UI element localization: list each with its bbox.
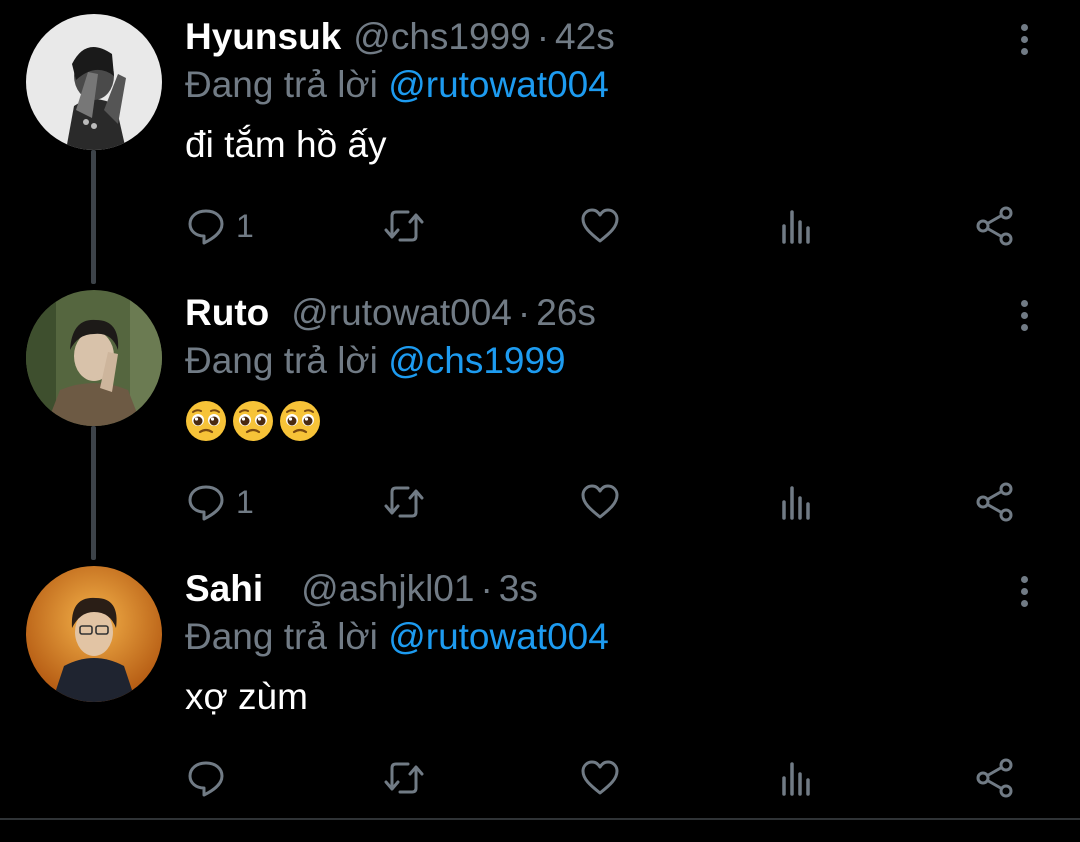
action-bar <box>0 754 1080 802</box>
reply-icon <box>188 485 224 521</box>
retweet-button[interactable] <box>382 478 426 526</box>
tweet-text: xợ zùm <box>185 676 308 717</box>
share-icon <box>976 758 1013 798</box>
mention-link[interactable]: @rutowat004 <box>388 616 609 657</box>
action-bar: 1 <box>0 478 1080 526</box>
replying-to-label: Đang trả lời <box>185 616 378 657</box>
pleading-face-emoji <box>280 401 320 442</box>
analytics-button[interactable] <box>780 754 816 802</box>
user-handle[interactable]: @rutowat004 <box>291 292 512 333</box>
timestamp[interactable]: 26s <box>536 292 596 333</box>
tweet-text <box>185 396 326 442</box>
replying-to: Đang trả lời @rutowat004 <box>185 62 609 108</box>
action-bar: 1 <box>0 202 1080 250</box>
divider <box>0 818 1080 820</box>
like-icon <box>581 208 619 243</box>
replying-to-label: Đang trả lời <box>185 64 378 105</box>
like-button[interactable] <box>580 478 620 526</box>
pleading-face-emoji <box>233 401 273 442</box>
user-handle[interactable]: @chs1999 <box>353 16 530 57</box>
reply-icon <box>188 209 224 245</box>
retweet-icon <box>384 210 424 242</box>
retweet-button[interactable] <box>382 754 426 802</box>
tweet-header: Ruto @rutowat004 · 26s <box>185 290 596 336</box>
analytics-icon <box>782 210 810 244</box>
analytics-icon <box>782 762 810 796</box>
like-icon <box>581 484 619 519</box>
more-icon[interactable] <box>1012 24 1036 60</box>
share-button[interactable] <box>974 202 1016 250</box>
retweet-button[interactable] <box>382 202 426 250</box>
replying-to: Đang trả lời @rutowat004 <box>185 614 609 660</box>
analytics-button[interactable] <box>780 478 816 526</box>
user-handle[interactable]: @ashjkl01 <box>301 568 474 609</box>
more-icon[interactable] <box>1012 300 1036 336</box>
display-name[interactable]: Hyunsuk <box>185 16 341 57</box>
separator-dot: · <box>480 568 493 609</box>
like-button[interactable] <box>580 754 620 802</box>
retweet-icon <box>384 486 424 518</box>
separator-dot: · <box>517 292 531 333</box>
share-icon <box>976 482 1013 522</box>
reply-icon <box>188 761 224 797</box>
tweet-header: Sahi @ashjkl01 · 3s <box>185 566 538 612</box>
analytics-button[interactable] <box>780 202 816 250</box>
tweet[interactable]: Hyunsuk @chs1999 · 42s Đang trả lời @rutowa… <box>0 14 1080 290</box>
share-button[interactable] <box>974 478 1016 526</box>
like-button[interactable] <box>580 202 620 250</box>
display-name[interactable]: Ruto <box>185 292 269 333</box>
retweet-icon <box>384 762 424 794</box>
more-icon[interactable] <box>1012 576 1036 612</box>
timestamp[interactable]: 42s <box>555 16 615 57</box>
mention-link[interactable]: @rutowat004 <box>388 64 609 105</box>
timestamp[interactable]: 3s <box>499 568 538 609</box>
share-button[interactable] <box>974 754 1016 802</box>
avatar[interactable] <box>26 566 162 702</box>
tweet-text: đi tắm hồ ấy <box>185 124 387 165</box>
like-icon <box>581 760 619 795</box>
tweet[interactable]: Ruto @rutowat004 · 26s Đang trả lời @chs199… <box>0 290 1080 566</box>
display-name[interactable]: Sahi <box>185 568 263 609</box>
analytics-icon <box>782 486 810 520</box>
reply-button[interactable] <box>186 754 236 802</box>
tweet-header: Hyunsuk @chs1999 · 42s <box>185 14 615 60</box>
tweet[interactable]: Sahi @ashjkl01 · 3s Đang trả lời @rutowat00… <box>0 566 1080 842</box>
tweet-thread: Hyunsuk @chs1999 · 42s Đang trả lời @rutowa… <box>0 0 1080 823</box>
separator-dot: · <box>536 16 550 57</box>
replying-to: Đang trả lời @chs1999 <box>185 338 566 384</box>
reply-button[interactable]: 1 <box>186 202 254 250</box>
avatar[interactable] <box>26 290 162 426</box>
reply-count: 1 <box>236 207 254 244</box>
share-icon <box>976 206 1013 246</box>
avatar[interactable] <box>26 14 162 150</box>
reply-button[interactable]: 1 <box>186 478 254 526</box>
reply-count: 1 <box>236 483 254 520</box>
replying-to-label: Đang trả lời <box>185 340 378 381</box>
pleading-face-emoji <box>186 401 226 442</box>
mention-link[interactable]: @chs1999 <box>388 340 565 381</box>
